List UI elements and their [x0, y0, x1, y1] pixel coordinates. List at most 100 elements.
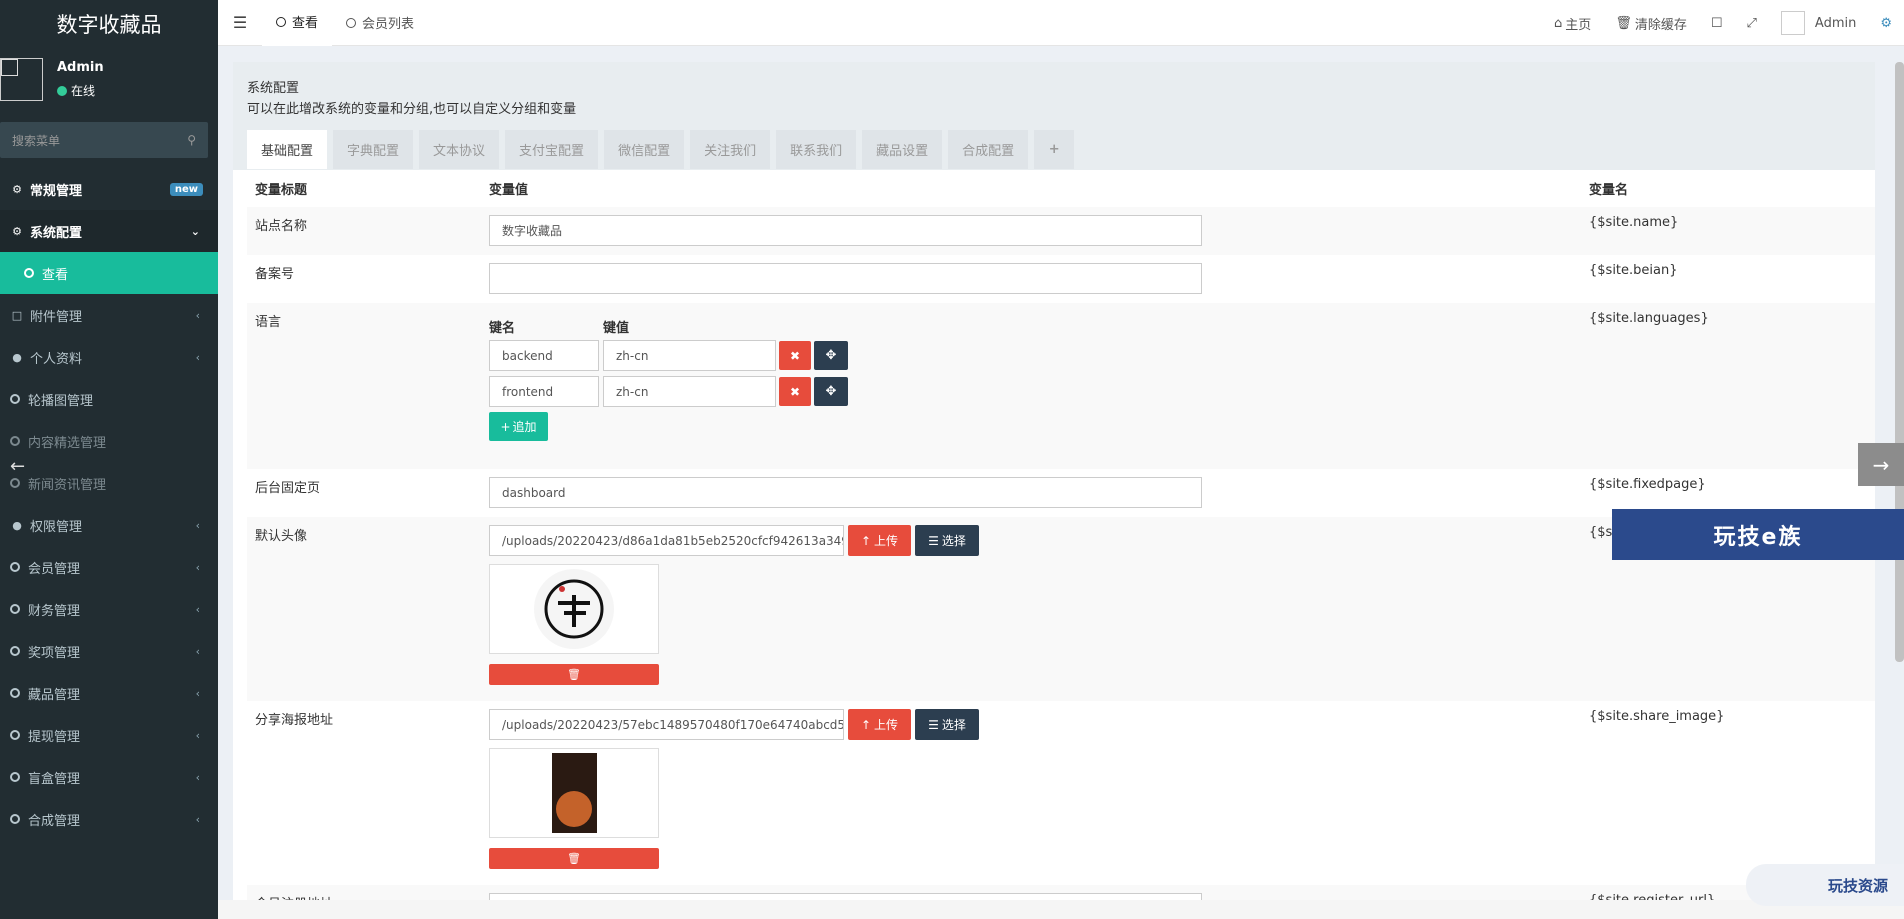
brand-logo-icon [544, 579, 604, 639]
circle-icon [10, 478, 20, 488]
tab-follow-us[interactable]: 关注我们 [690, 130, 771, 169]
chevron-left-icon: ‹ [195, 644, 200, 658]
tab-member-list[interactable]: 会员列表 [332, 0, 428, 46]
tab-view[interactable]: 查看 [262, 0, 333, 46]
sidebar-item-profile[interactable]: ● 个人资料 ‹ [0, 336, 218, 378]
tab-synthesis-config[interactable]: 合成配置 [948, 130, 1029, 169]
sidebar-item-permissions[interactable]: ● 权限管理 ‹ [0, 504, 218, 546]
sidebar-item-members[interactable]: 会员管理 ‹ [0, 546, 218, 588]
kv-row: backend zh-cn ✖ ✥ [489, 340, 1585, 371]
row-var: {$site.name} [1585, 207, 1875, 255]
sidebar-item-finance[interactable]: 财务管理 ‹ [0, 588, 218, 630]
watermark-banner: 玩技e族 [1612, 509, 1904, 560]
tab-collection-settings[interactable]: 藏品设置 [862, 130, 943, 169]
fixedpage-input[interactable]: dashboard [489, 477, 1202, 508]
drag-handle[interactable]: ✥ [814, 341, 848, 370]
col-header-value: 变量值 [489, 183, 529, 198]
table-row: 备案号 {$site.beian} [247, 255, 1875, 303]
remove-button[interactable]: ✖ [779, 341, 811, 370]
sidebar-item-label: 查看 [42, 267, 69, 283]
avatar-thumbnail[interactable] [489, 564, 659, 654]
row-title: 备案号 [255, 267, 295, 282]
select-button[interactable]: ☰ 选择 [915, 709, 979, 740]
home-link[interactable]: ⌂ 主页 [1542, 14, 1603, 33]
circle-icon [276, 16, 286, 27]
site-name-input[interactable]: 数字收藏品 [489, 215, 1202, 246]
upload-button[interactable]: ↑ 上传 [848, 709, 911, 740]
row-title: 分享海报地址 [255, 713, 334, 728]
circle-icon [346, 17, 357, 28]
circle-icon [10, 688, 20, 698]
sidebar-item-system-config[interactable]: ⚙ 系统配置 ⌄ [0, 210, 218, 252]
search-icon[interactable]: ⚲ [187, 133, 196, 147]
select-label: 选择 [941, 718, 966, 732]
menu-toggle-icon[interactable]: ☰ [218, 13, 262, 32]
avatar-path-input[interactable]: /uploads/20220423/d86a1da81b5eb2520cfcf9… [489, 525, 844, 556]
trash-icon: 🗑 [567, 852, 581, 865]
user-panel: Admin 在线 [0, 48, 218, 116]
key-input[interactable]: frontend [489, 376, 599, 407]
fullscreen-icon[interactable]: ⤢ [1735, 16, 1769, 31]
beian-input[interactable] [489, 263, 1202, 294]
tab-basic[interactable]: 基础配置 [247, 130, 328, 169]
sidebar-item-content-picks[interactable]: 内容精选管理 [0, 420, 218, 462]
user-status: 在线 [57, 82, 95, 99]
drag-handle[interactable]: ✥ [814, 377, 848, 406]
tab-wechat[interactable]: 微信配置 [604, 130, 685, 169]
tab-dictionary[interactable]: 字典配置 [333, 130, 414, 169]
app-logo[interactable]: 数字收藏品 [0, 0, 218, 48]
chevron-left-icon: ‹ [195, 350, 200, 364]
chevron-left-icon: ‹ [195, 602, 200, 616]
delete-image-button[interactable]: 🗑 [489, 664, 659, 685]
sidebar-item-awards[interactable]: 奖项管理 ‹ [0, 630, 218, 672]
remove-button[interactable]: ✖ [779, 377, 811, 406]
cogs-icon: ⚙ [12, 182, 22, 196]
trash-icon: 🗑 [567, 668, 581, 681]
chevron-left-icon: ‹ [195, 728, 200, 742]
tab-contact-us[interactable]: 联系我们 [776, 130, 857, 169]
sidebar-item-label: 常规管理 [30, 183, 83, 199]
chevron-left-icon: ‹ [195, 770, 200, 784]
value-input[interactable]: zh-cn [603, 376, 776, 407]
move-icon: ✥ [825, 348, 837, 363]
sidebar-item-label: 附件管理 [30, 309, 83, 325]
menu-search-input[interactable]: 搜索菜单 ⚲ [0, 122, 208, 158]
select-button[interactable]: ☰ 选择 [915, 525, 979, 556]
value-input[interactable]: zh-cn [603, 340, 776, 371]
arrow-right-icon[interactable]: → [1858, 443, 1904, 486]
tab-alipay[interactable]: 支付宝配置 [505, 130, 599, 169]
settings-icon[interactable]: ⚙ [1868, 16, 1904, 31]
add-tab-button[interactable]: + [1034, 130, 1075, 169]
share-image-path-input[interactable]: /uploads/20220423/57ebc1489570480f170e64… [489, 709, 844, 740]
sidebar-item-attachments[interactable]: □ 附件管理 ‹ [0, 294, 218, 336]
sidebar-item-withdrawals[interactable]: 提现管理 ‹ [0, 714, 218, 756]
table-row: 语言 键名 键值 backend zh-cn ✖ ✥ frontend zh-c… [247, 303, 1875, 469]
append-button[interactable]: + 追加 [489, 412, 548, 441]
upload-button[interactable]: ↑ 上传 [848, 525, 911, 556]
sidebar-item-label: 财务管理 [28, 603, 81, 619]
chevron-left-icon: ‹ [195, 812, 200, 826]
sidebar-item-carousel[interactable]: 轮播图管理 [0, 378, 218, 420]
upload-row: /uploads/20220423/57ebc1489570480f170e64… [489, 709, 1585, 740]
sidebar-item-synthesis[interactable]: 合成管理 ‹ [0, 798, 218, 840]
row-var: {$site.beian} [1589, 263, 1678, 278]
user-menu[interactable]: Admin [1769, 11, 1868, 35]
sidebar-item-news[interactable]: 新闻资讯管理 [0, 462, 218, 504]
scrollbar[interactable] [1895, 62, 1904, 662]
key-input[interactable]: backend [489, 340, 599, 371]
sidebar-item-blind-box[interactable]: 盲盒管理 ‹ [0, 756, 218, 798]
delete-image-button[interactable]: 🗑 [489, 848, 659, 869]
clear-cache-button[interactable]: 🗑 清除缓存 [1603, 14, 1699, 33]
sidebar-item-collections[interactable]: 藏品管理 ‹ [0, 672, 218, 714]
sidebar-item-label: 合成管理 [28, 813, 81, 829]
sidebar-item-view[interactable]: 查看 [0, 252, 218, 294]
user-icon: ● [12, 350, 22, 364]
trash-icon: 🗑 [1615, 15, 1632, 31]
language-icon[interactable]: ☐ [1699, 16, 1735, 31]
sidebar: 数字收藏品 Admin 在线 搜索菜单 ⚲ ⚙ 常规管理 new ⚙ 系统配置 … [0, 0, 218, 919]
sidebar-item-general[interactable]: ⚙ 常规管理 new [0, 168, 218, 210]
circle-icon [10, 730, 20, 740]
arrow-left-icon[interactable]: ← [10, 456, 25, 477]
tab-text-agreement[interactable]: 文本协议 [419, 130, 500, 169]
share-image-thumbnail[interactable] [489, 748, 659, 838]
